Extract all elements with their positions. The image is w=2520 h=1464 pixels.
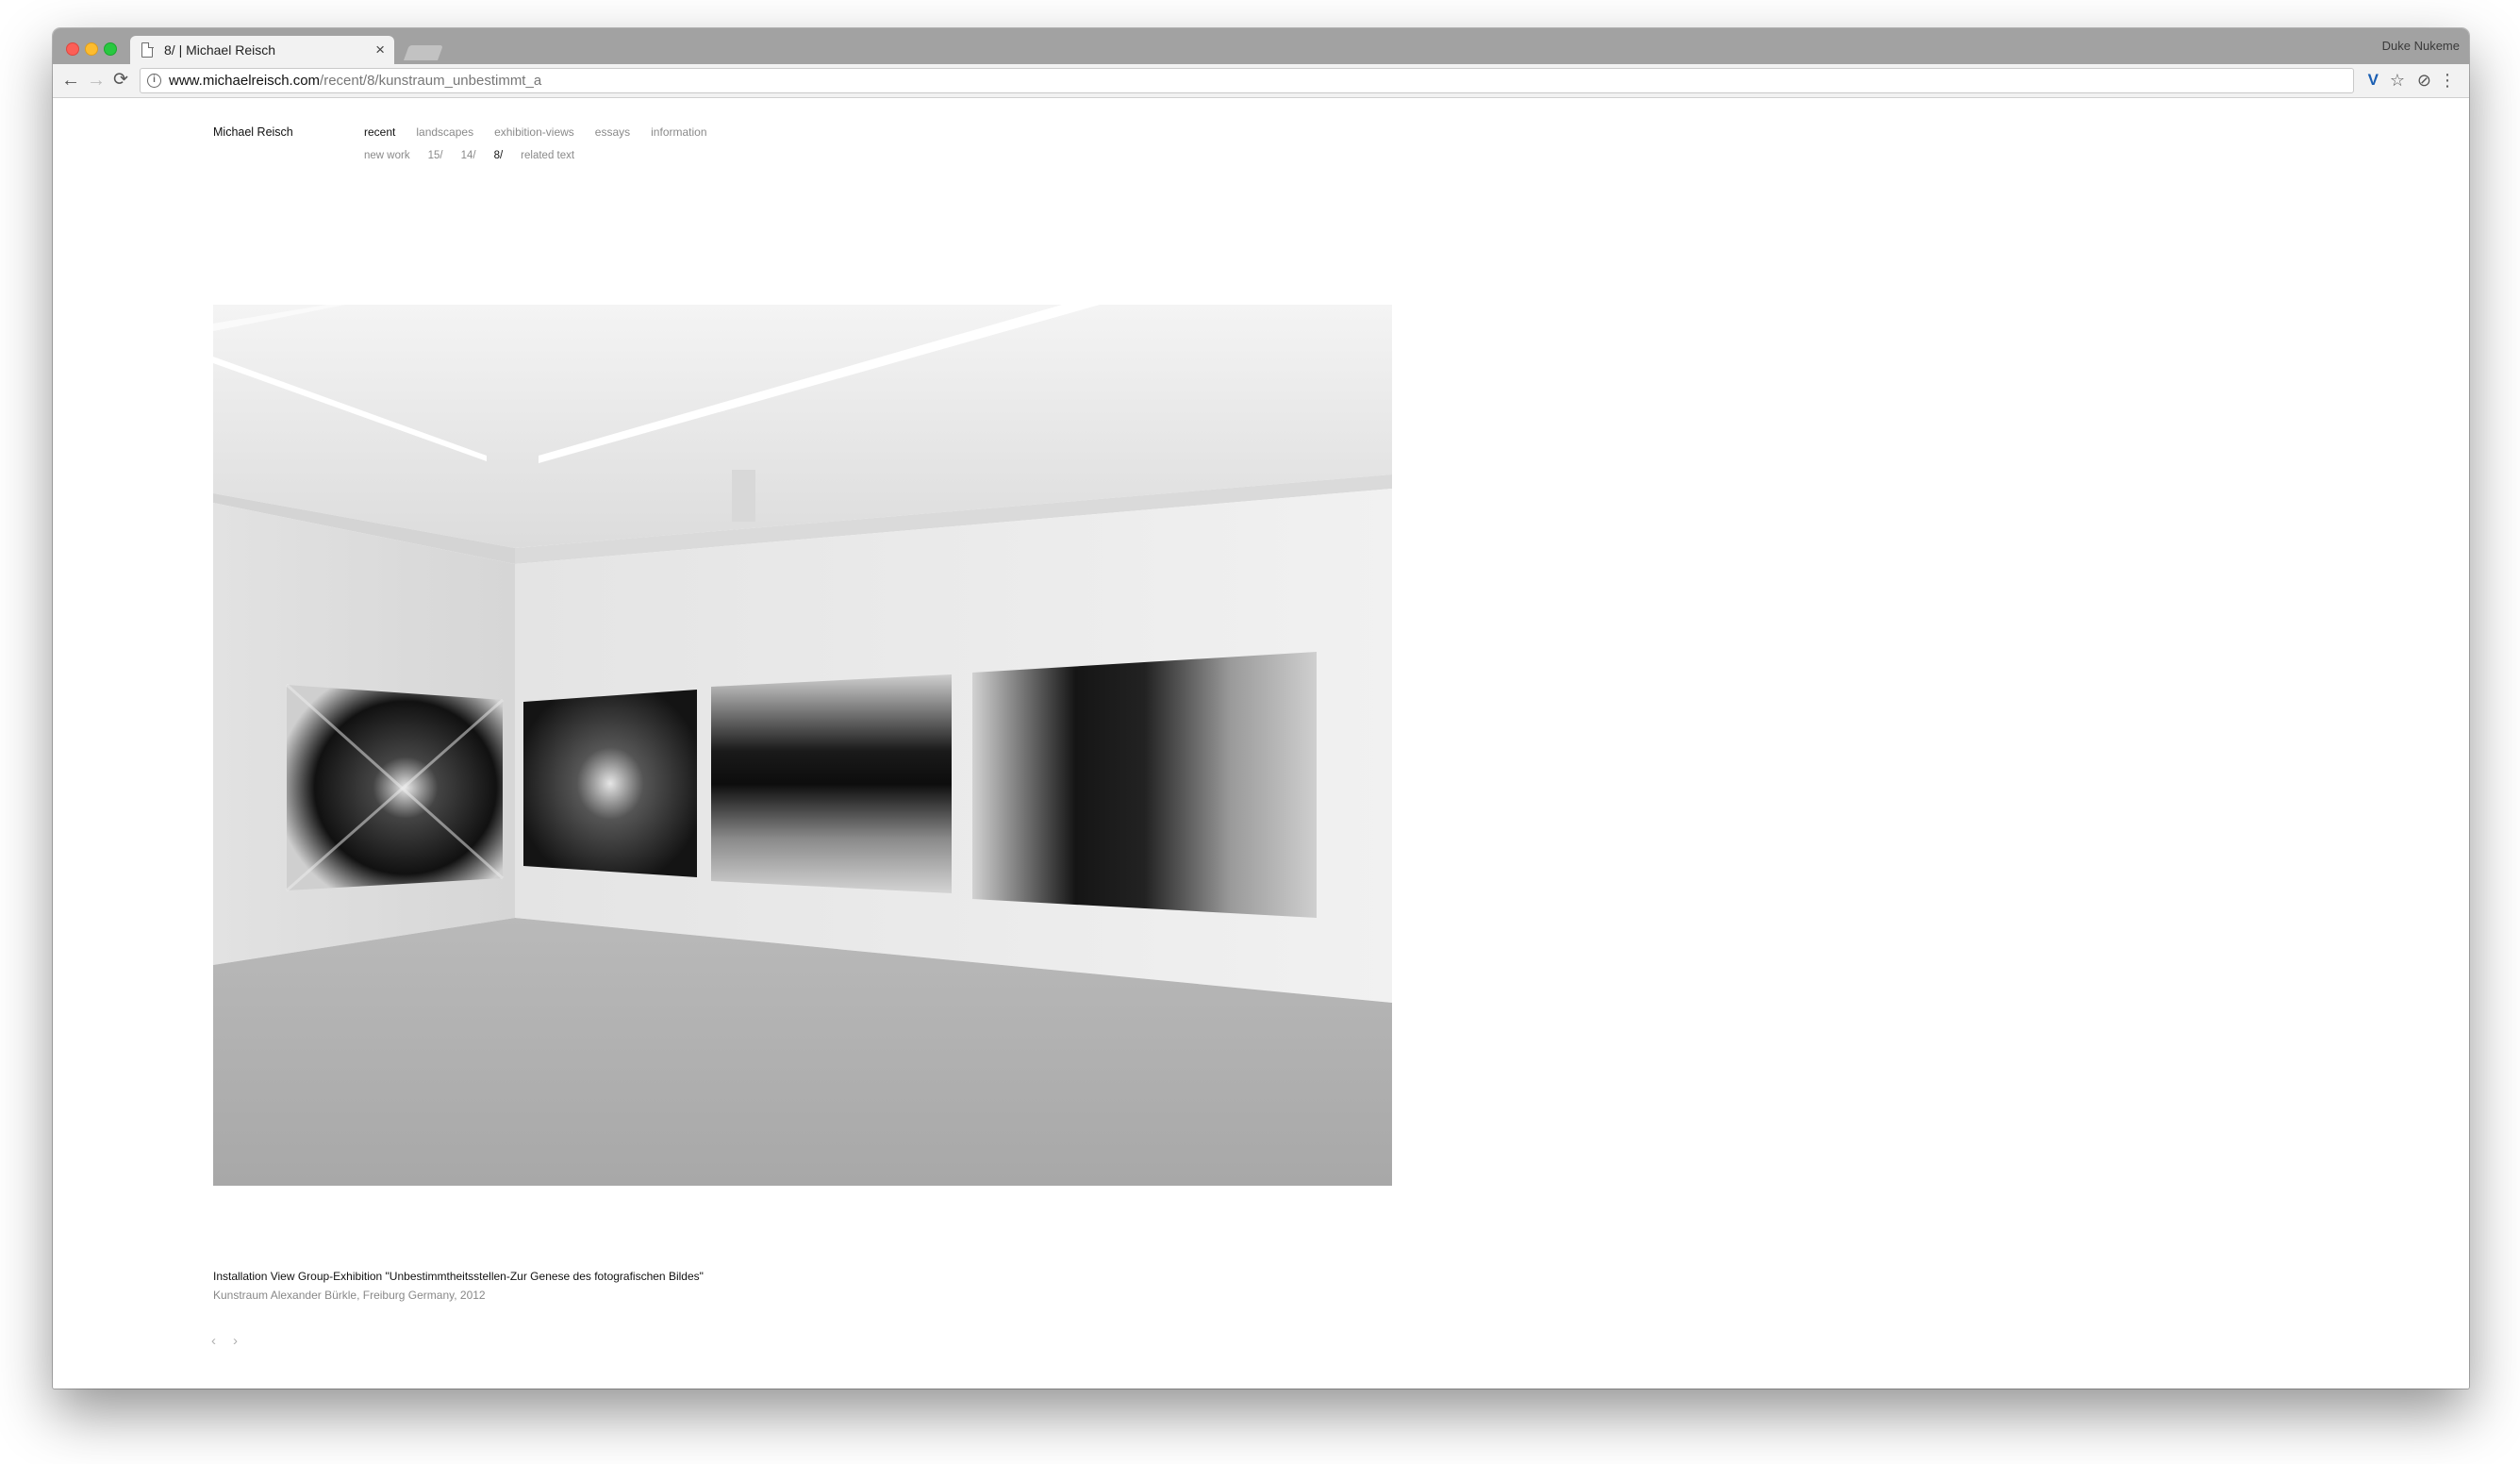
- forward-arrow-icon[interactable]: →: [87, 69, 106, 92]
- url-text[interactable]: www.michaelreisch.com/recent/8/kunstraum…: [169, 73, 541, 89]
- subnav-item-14[interactable]: 14/: [461, 150, 476, 161]
- nav-item-landscapes[interactable]: landscapes: [416, 125, 473, 139]
- tab-close-icon[interactable]: ×: [375, 41, 385, 59]
- browser-tab[interactable]: 8/ | Michael Reisch ×: [130, 36, 394, 64]
- new-tab-button[interactable]: [404, 45, 443, 60]
- caption-title: Installation View Group-Exhibition "Unbe…: [213, 1270, 704, 1283]
- back-arrow-icon[interactable]: ←: [61, 69, 80, 92]
- nav-item-recent[interactable]: recent: [364, 125, 395, 139]
- bookmark-star-icon[interactable]: ☆: [2390, 70, 2405, 91]
- url-path: /recent/8/kunstraum_unbestimmt_a: [320, 73, 542, 89]
- close-window-button[interactable]: [66, 42, 79, 56]
- subnav-item-related-text[interactable]: related text: [521, 150, 574, 161]
- previous-arrow-icon[interactable]: ‹: [211, 1333, 216, 1349]
- profile-name[interactable]: Duke Nukeme: [2382, 39, 2460, 53]
- minimize-window-button[interactable]: [85, 42, 98, 56]
- browser-toolbar: ← → ⟳ i www.michaelreisch.com/recent/8/k…: [53, 64, 2469, 98]
- subnav-item-15[interactable]: 15/: [428, 150, 443, 161]
- next-arrow-icon[interactable]: ›: [233, 1333, 238, 1349]
- site-name-link[interactable]: Michael Reisch: [213, 125, 293, 139]
- title-bar: 8/ | Michael Reisch × Duke Nukeme: [53, 28, 2469, 64]
- maximize-window-button[interactable]: [104, 42, 117, 56]
- info-icon[interactable]: i: [147, 74, 161, 88]
- subnav-item-new-work[interactable]: new work: [364, 150, 410, 161]
- page-content: Michael Reisch recent landscapes exhibit…: [53, 99, 2469, 1389]
- main-nav: recent landscapes exhibition-views essay…: [364, 125, 728, 139]
- sub-nav: new work 15/ 14/ 8/ related text: [364, 150, 592, 161]
- browser-menu-icon[interactable]: ⋮: [2439, 70, 2456, 91]
- installation-view-image: [213, 305, 1392, 1186]
- page-icon: [141, 42, 154, 58]
- image-pager: ‹ ›: [211, 1333, 238, 1349]
- address-bar[interactable]: i www.michaelreisch.com/recent/8/kunstra…: [140, 68, 2354, 93]
- extension-v-icon[interactable]: V: [2368, 70, 2379, 91]
- nav-item-information[interactable]: information: [651, 125, 706, 139]
- url-host: www.michaelreisch.com: [169, 73, 321, 89]
- extension-icon[interactable]: ⊘: [2417, 70, 2431, 91]
- subnav-item-8[interactable]: 8/: [494, 150, 504, 161]
- reload-icon[interactable]: ⟳: [113, 69, 128, 92]
- nav-item-exhibition-views[interactable]: exhibition-views: [494, 125, 574, 139]
- caption-subtitle: Kunstraum Alexander Bürkle, Freiburg Ger…: [213, 1289, 486, 1302]
- nav-item-essays[interactable]: essays: [595, 125, 630, 139]
- tab-title: 8/ | Michael Reisch: [164, 42, 276, 58]
- browser-window: 8/ | Michael Reisch × Duke Nukeme ← → ⟳ …: [53, 28, 2469, 1389]
